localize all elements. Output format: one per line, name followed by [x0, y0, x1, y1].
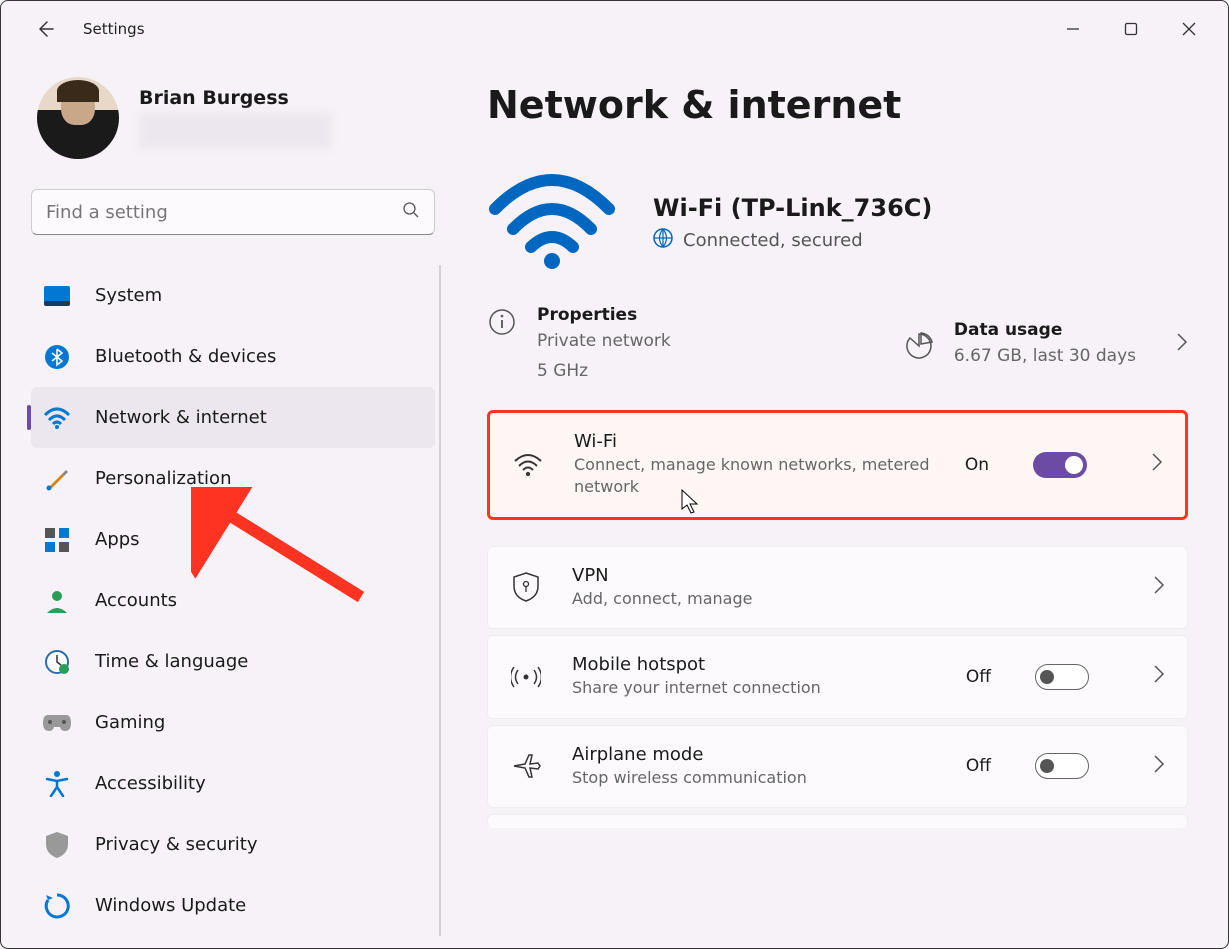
bluetooth-icon [43, 343, 71, 371]
sidebar-item-accounts[interactable]: Accounts [31, 570, 435, 631]
wifi-connection-title: Wi-Fi (TP-Link_736C) [653, 194, 932, 222]
sidebar-item-label: Gaming [95, 712, 165, 733]
clock-icon [43, 648, 71, 676]
sidebar-item-label: System [95, 285, 162, 306]
wifi-large-icon [487, 171, 617, 275]
sidebar: Brian Burgess System Bluetooth & devi [1, 57, 451, 948]
user-profile[interactable]: Brian Burgess [31, 77, 451, 159]
vpn-icon [510, 572, 542, 602]
data-usage-card[interactable]: Data usage 6.67 GB, last 30 days [904, 305, 1188, 384]
sidebar-item-gaming[interactable]: Gaming [31, 692, 435, 753]
card-title: Wi-Fi [574, 431, 935, 452]
shield-icon [43, 831, 71, 859]
info-icon [487, 307, 517, 337]
wifi-status-block: Wi-Fi (TP-Link_736C) Connected, secured [487, 171, 1188, 275]
close-button[interactable] [1160, 9, 1218, 49]
sidebar-item-label: Privacy & security [95, 834, 258, 855]
properties-line2: 5 GHz [537, 359, 671, 385]
search-input[interactable] [46, 202, 402, 223]
wifi-toggle[interactable] [1033, 452, 1087, 478]
sidebar-item-update[interactable]: Windows Update [31, 875, 435, 936]
sidebar-item-time[interactable]: Time & language [31, 631, 435, 692]
card-subtitle: Share your internet connection [572, 677, 936, 699]
titlebar: Settings [1, 1, 1228, 57]
paint-icon [43, 465, 71, 493]
apps-icon [43, 526, 71, 554]
toggle-state-label: On [965, 455, 989, 475]
properties-line1: Private network [537, 329, 671, 355]
wifi-connection-status: Connected, secured [683, 230, 863, 251]
setting-card-hotspot[interactable]: Mobile hotspot Share your internet conne… [487, 635, 1188, 718]
card-title: VPN [572, 565, 1103, 586]
avatar [37, 77, 119, 159]
system-icon [43, 282, 71, 310]
back-button[interactable] [25, 9, 65, 49]
setting-card-airplane[interactable]: Airplane mode Stop wireless communicatio… [487, 725, 1188, 808]
card-title: Airplane mode [572, 744, 936, 765]
data-usage-sub: 6.67 GB, last 30 days [954, 344, 1136, 370]
properties-title: Properties [537, 305, 671, 325]
main-content: Network & internet Wi-Fi (TP-Link_736C) … [451, 57, 1228, 948]
page-title: Network & internet [487, 83, 1188, 127]
sidebar-item-label: Apps [95, 529, 140, 550]
minimize-button[interactable] [1044, 9, 1102, 49]
person-icon [43, 587, 71, 615]
sidebar-item-label: Time & language [95, 651, 248, 672]
card-subtitle: Add, connect, manage [572, 588, 1103, 610]
sidebar-item-accessibility[interactable]: Accessibility [31, 753, 435, 814]
setting-card-partial[interactable] [487, 814, 1188, 828]
chevron-right-icon [1153, 575, 1165, 600]
chevron-right-icon [1153, 754, 1165, 779]
pie-chart-icon [904, 331, 934, 361]
wifi-small-icon [512, 453, 544, 477]
globe-icon [653, 228, 673, 253]
sidebar-item-label: Personalization [95, 468, 231, 489]
data-usage-title: Data usage [954, 320, 1136, 340]
card-title: Mobile hotspot [572, 654, 936, 675]
sidebar-item-network[interactable]: Network & internet [31, 387, 435, 448]
sidebar-item-label: Accounts [95, 590, 177, 611]
nav-list: System Bluetooth & devices Network & int… [31, 265, 451, 936]
airplane-icon [510, 752, 542, 780]
user-email-redacted [139, 113, 331, 149]
sidebar-item-privacy[interactable]: Privacy & security [31, 814, 435, 875]
hotspot-icon [510, 664, 542, 690]
properties-card[interactable]: Properties Private network 5 GHz [487, 305, 671, 384]
setting-card-vpn[interactable]: VPN Add, connect, manage [487, 546, 1188, 629]
maximize-button[interactable] [1102, 9, 1160, 49]
gamepad-icon [43, 709, 71, 737]
card-subtitle: Stop wireless communication [572, 767, 936, 789]
card-subtitle: Connect, manage known networks, metered … [574, 454, 935, 499]
sidebar-item-label: Network & internet [95, 407, 267, 428]
sidebar-item-bluetooth[interactable]: Bluetooth & devices [31, 326, 435, 387]
sidebar-item-label: Windows Update [95, 895, 246, 916]
sidebar-item-system[interactable]: System [31, 265, 435, 326]
chevron-right-icon [1153, 664, 1165, 689]
chevron-right-icon [1176, 332, 1188, 357]
wifi-icon [43, 404, 71, 432]
chevron-right-icon [1151, 452, 1163, 477]
sidebar-item-label: Bluetooth & devices [95, 346, 276, 367]
window-title: Settings [83, 20, 145, 38]
sidebar-item-apps[interactable]: Apps [31, 509, 435, 570]
search-icon [402, 201, 420, 224]
user-name: Brian Burgess [139, 87, 331, 109]
sidebar-item-personalization[interactable]: Personalization [31, 448, 435, 509]
airplane-toggle[interactable] [1035, 753, 1089, 779]
toggle-state-label: Off [966, 756, 991, 776]
setting-card-wifi[interactable]: Wi-Fi Connect, manage known networks, me… [487, 410, 1188, 520]
sidebar-item-label: Accessibility [95, 773, 206, 794]
toggle-state-label: Off [966, 667, 991, 687]
hotspot-toggle[interactable] [1035, 664, 1089, 690]
accessibility-icon [43, 770, 71, 798]
search-input-wrapper[interactable] [31, 189, 435, 235]
update-icon [43, 892, 71, 920]
